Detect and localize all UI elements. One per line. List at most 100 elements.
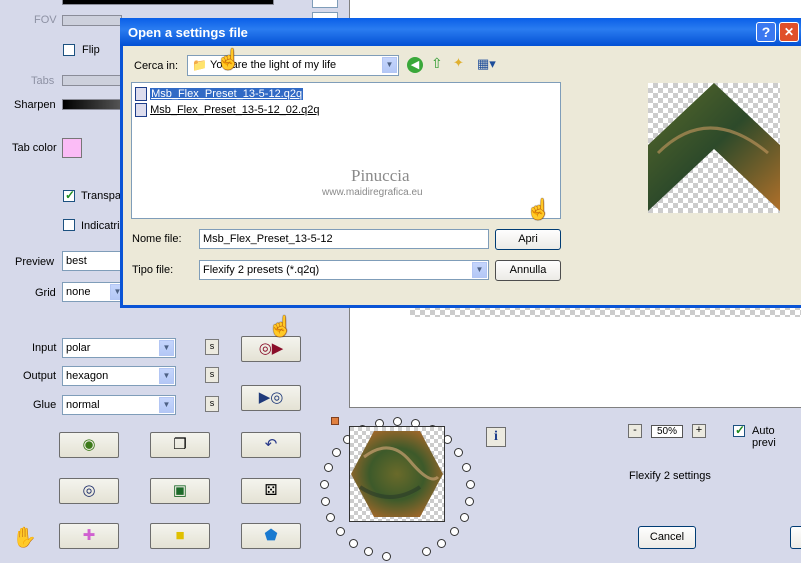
hand-pointer-icon: ☝ [216, 49, 241, 71]
filename-input[interactable]: Msb_Flex_Preset_13-5-12 [199, 229, 489, 249]
cube-button[interactable]: ■ [150, 523, 210, 549]
anchor-dot[interactable] [335, 527, 345, 537]
tab-color-label: Tab color [12, 142, 57, 154]
auto-preview-checkbox[interactable] [733, 423, 745, 437]
disc-arrow-icon: ◎▶ [258, 340, 284, 357]
anchor-dot[interactable] [454, 447, 464, 457]
info-button[interactable]: i [486, 427, 506, 447]
filetype-label: Tipo file: [132, 264, 174, 276]
sharpen-label: Sharpen [14, 99, 56, 111]
anchor-dot[interactable] [459, 512, 469, 522]
undo-button[interactable]: ↶ [241, 432, 301, 458]
zoom-out-button[interactable]: - [628, 424, 642, 438]
pentagon-icon: ⬟ [264, 527, 278, 544]
load-preset-button[interactable]: ◎▶ [241, 336, 301, 362]
view-menu-icon[interactable]: ▦▾ [477, 56, 496, 72]
chevron-down-icon: ▼ [159, 397, 174, 413]
fov-slider[interactable] [62, 15, 122, 26]
tab-color-swatch[interactable] [62, 138, 82, 158]
cube-icon: ■ [175, 527, 185, 544]
hexagon-thumbnail [349, 426, 445, 522]
folder-icon: 📁 [192, 58, 207, 72]
anchor-dot[interactable] [421, 547, 431, 557]
info-icon: i [494, 429, 498, 444]
anchor-dot[interactable] [464, 496, 474, 506]
indicatrix-label: Indicatrix [81, 220, 126, 232]
top-value-field[interactable] [312, 0, 338, 8]
anchor-dot[interactable] [321, 496, 331, 506]
preview-select[interactable]: best [62, 251, 122, 271]
anchor-dot[interactable] [364, 547, 374, 557]
anchor-dot[interactable] [462, 463, 472, 473]
plus-icon: + [695, 424, 703, 436]
anchor-dot[interactable] [323, 463, 333, 473]
pentagon-button[interactable]: ⬟ [241, 523, 301, 549]
file-item[interactable]: Msb_Flex_Preset_13-5-12.q2q [135, 87, 304, 101]
filename-label: Nome file: [132, 233, 182, 245]
dot-ring [0, 0, 475, 562]
anchor-dot[interactable] [465, 479, 475, 489]
open-label: Apri [518, 233, 538, 245]
preview-label: Preview [15, 256, 55, 268]
new-folder-icon[interactable]: ✦ [453, 55, 464, 71]
watermark-title: Pinuccia [351, 166, 410, 185]
chevron-down-icon: ▼ [159, 340, 174, 356]
hand-pointer-icon: ☝ [268, 316, 293, 338]
anchor-dot[interactable] [331, 447, 341, 457]
anchor-dot[interactable] [320, 479, 330, 489]
output-s-button[interactable]: s [205, 367, 219, 383]
copy-icon: ❐ [173, 436, 187, 453]
save-preset-button[interactable]: ▶◎ [241, 385, 301, 411]
selected-dot[interactable] [331, 417, 339, 425]
back-icon[interactable]: ◀ [407, 57, 423, 73]
top-slider[interactable] [62, 0, 274, 5]
cancel-button[interactable]: Cancel [638, 526, 696, 549]
close-button[interactable]: ✕ [779, 22, 799, 42]
anchor-dot[interactable] [348, 538, 358, 548]
copy-button[interactable]: ❐ [150, 432, 210, 458]
file-item[interactable]: Msb_Flex_Preset_13-5-12_02.q2q [135, 103, 319, 117]
help-button[interactable]: ? [756, 22, 776, 42]
filetype-value: Flexify 2 presets (*.q2q) [203, 264, 320, 276]
sharpen-slider[interactable] [62, 99, 122, 110]
input-select[interactable]: polar ▼ [62, 338, 176, 358]
anchor-dot[interactable] [437, 538, 447, 548]
indicatrix-checkbox[interactable] [63, 219, 75, 231]
anchor-dot[interactable] [393, 417, 402, 426]
undo-icon: ↶ [264, 436, 278, 453]
glue-select[interactable]: normal ▼ [62, 395, 176, 415]
filetype-select[interactable]: Flexify 2 presets (*.q2q) ▼ [199, 260, 489, 280]
input-s-button[interactable]: s [205, 339, 219, 355]
output-select[interactable]: hexagon ▼ [62, 366, 176, 386]
anchor-dot[interactable] [381, 552, 391, 562]
zoom-in-button[interactable]: + [692, 424, 706, 438]
s-label: s [209, 369, 215, 379]
s-label: s [209, 341, 215, 351]
chevron-down-icon: ▼ [159, 368, 174, 384]
file-list[interactable]: Msb_Flex_Preset_13-5-12.q2q Msb_Flex_Pre… [131, 82, 561, 219]
ok-button-partial[interactable] [790, 526, 801, 549]
glue-s-button[interactable]: s [205, 396, 219, 412]
tabs-label: Tabs [31, 75, 55, 87]
ring-button[interactable]: ◎ [59, 478, 119, 504]
s-label: s [209, 398, 215, 408]
tabs-slider[interactable] [62, 75, 122, 86]
cancel-label: Cancel [649, 531, 685, 543]
dialog-title: Open a settings file [128, 25, 248, 40]
anchor-dot[interactable] [326, 512, 336, 522]
grid-select[interactable]: none ▼ [62, 282, 125, 302]
transparent-checkbox[interactable] [63, 188, 75, 202]
flip-checkbox[interactable] [63, 44, 75, 56]
hand-icon: ✋ [12, 527, 37, 549]
cross-button[interactable]: ✚ [59, 523, 119, 549]
dialog-titlebar[interactable]: Open a settings file ? ✕ [120, 18, 801, 46]
anchor-dot[interactable] [450, 527, 460, 537]
up-folder-icon[interactable]: ⇧ [431, 55, 443, 72]
open-button[interactable]: Apri [495, 229, 561, 250]
randomize-button[interactable]: ◉ [59, 432, 119, 458]
frame-button[interactable]: ▣ [150, 478, 210, 504]
dialog-cancel-button[interactable]: Annulla [495, 260, 561, 281]
dice-button[interactable]: ⚄ [241, 478, 301, 504]
output-select-value: hexagon [66, 370, 109, 382]
arrow-disc-icon: ▶◎ [258, 389, 284, 406]
